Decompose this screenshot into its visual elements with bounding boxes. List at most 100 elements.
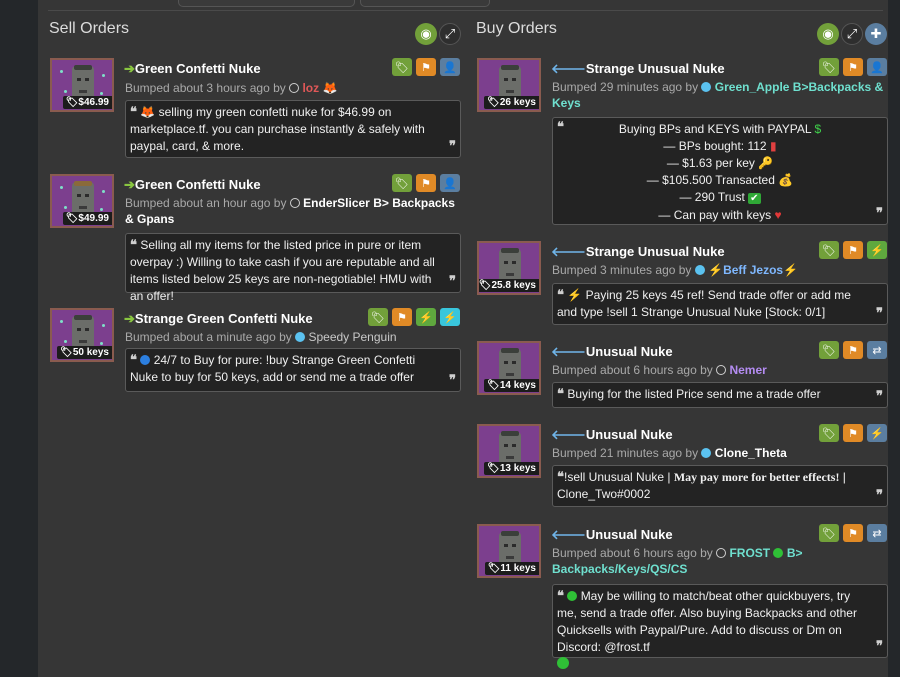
instant-trade-button[interactable]: ⚡ (867, 241, 887, 259)
key-icon: 🔑 (758, 156, 774, 170)
username[interactable]: FROST (729, 546, 770, 560)
tag-button[interactable]: 🏷 (392, 174, 412, 192)
username[interactable]: Clone_Theta (715, 446, 787, 460)
quote-end-icon: ❞ (449, 373, 456, 388)
item-image[interactable]: 🏷$46.99 (50, 58, 114, 112)
quote-end-icon: ❞ (449, 274, 456, 289)
tag-button[interactable]: 🏷 (819, 424, 839, 442)
flag-button[interactable]: ⚑ (843, 341, 863, 359)
price-tag: 🏷26 keys (484, 96, 539, 109)
fox-icon: 🦊 (322, 81, 338, 95)
flag-button[interactable]: ⚑ (416, 58, 436, 76)
tag-icon: 🏷 (371, 311, 385, 324)
flag-button[interactable]: ⚑ (416, 174, 436, 192)
bot-trade-button[interactable]: ⚡ (440, 308, 460, 326)
eye-icon: ◉ (822, 26, 834, 41)
add-friend-icon: 👤 (443, 61, 457, 74)
listing-comment: ❝ 24/7 to Buy for pure: !buy Strange Gre… (125, 348, 461, 392)
listing-comment: ❝ Selling all my items for the listed pr… (125, 233, 461, 303)
nuke-icon (499, 348, 521, 383)
flag-button[interactable]: ⚑ (843, 424, 863, 442)
listing-title[interactable]: 🡐Unusual Nuke (551, 427, 673, 443)
tag-button[interactable]: 🏷 (819, 341, 839, 359)
status-icon (289, 83, 300, 93)
item-image[interactable]: 🏷50 keys (50, 308, 114, 362)
item-image[interactable]: 🏷25.8 keys (477, 241, 541, 295)
username[interactable]: Nemer (729, 363, 766, 377)
item-image[interactable]: 🏷11 keys (477, 524, 541, 578)
flag-button[interactable]: ⚑ (392, 308, 412, 326)
transfer-button[interactable]: ⇄ (867, 341, 887, 359)
top-nav-tab-1[interactable] (178, 0, 355, 7)
tag-button[interactable]: 🏷 (819, 241, 839, 259)
item-image[interactable]: 🏷13 keys (477, 424, 541, 478)
money-bag-icon: 💰 (778, 173, 794, 187)
toggle-visibility-button[interactable]: ◉ (415, 23, 437, 45)
tag-button[interactable]: 🏷 (368, 308, 388, 326)
toggle-visibility-button[interactable]: ◉ (817, 23, 839, 45)
arrow-left-icon: 🡐 (551, 427, 586, 442)
listing-title[interactable]: ➔Green Confetti Nuke (124, 177, 261, 193)
tag-icon: 🏷 (395, 177, 409, 190)
tag-button[interactable]: 🏷 (392, 58, 412, 76)
expand-button[interactable]: ⤢ (439, 23, 461, 45)
quote-end-icon: ❞ (876, 488, 883, 503)
listing-title[interactable]: 🡐Unusual Nuke (551, 344, 673, 360)
flag-button[interactable]: ⚑ (843, 241, 863, 259)
listing-title[interactable]: 🡐Strange Unusual Nuke (551, 61, 725, 77)
online-icon (773, 548, 784, 558)
plus-icon: ✚ (870, 26, 882, 41)
item-image[interactable]: 🏷$49.99 (50, 174, 114, 228)
listing-comment: ❝ Buying BPs and KEYS with PAYPAL $ — BP… (552, 117, 888, 225)
add-friend-button[interactable]: 👤 (867, 58, 887, 76)
tag-button[interactable]: 🏷 (819, 524, 839, 542)
item-image[interactable]: 🏷14 keys (477, 341, 541, 395)
price-tag: 🏷50 keys (57, 346, 112, 359)
flag-button[interactable]: ⚑ (843, 524, 863, 542)
arrow-left-icon: 🡐 (551, 344, 586, 359)
username[interactable]: Beff Jezos (723, 263, 783, 277)
top-divider (48, 10, 883, 11)
bump-info: Bumped 21 minutes ago by Clone_Theta (552, 446, 787, 460)
listing-title[interactable]: 🡐Unusual Nuke (551, 527, 673, 543)
flag-icon: ⚑ (421, 177, 431, 190)
instant-trade-button[interactable]: ⚡ (416, 308, 436, 326)
tag-icon: 🏷 (822, 527, 836, 540)
tag-icon: 🏷 (822, 427, 836, 440)
lightning-icon: ⚡ (783, 263, 799, 277)
add-friend-button[interactable]: 👤 (440, 58, 460, 76)
username[interactable]: loz (302, 81, 319, 95)
flag-button[interactable]: ⚑ (843, 58, 863, 76)
tag-button[interactable]: 🏷 (819, 58, 839, 76)
listing-title[interactable]: ➔Green Confetti Nuke (124, 61, 261, 77)
instant-trade-button[interactable]: ⚡ (867, 424, 887, 442)
listing-comment: ❝ Buying for the listed Price send me a … (552, 382, 888, 408)
username[interactable]: Speedy Penguin (308, 330, 396, 344)
status-icon (716, 548, 727, 558)
listing-comment: ❝ May be willing to match/beat other qui… (552, 584, 888, 669)
lightning-icon: ⚡ (567, 288, 583, 302)
nuke-icon (499, 248, 521, 283)
bump-info: Bumped 3 minutes ago by ⚡Beff Jezos⚡ (552, 263, 799, 277)
transfer-button[interactable]: ⇄ (867, 524, 887, 542)
sell-orders-title: Sell Orders (49, 20, 130, 37)
status-icon (295, 332, 306, 342)
nuke-icon (499, 431, 521, 466)
tag-icon: 🏷 (395, 61, 409, 74)
listing-title[interactable]: 🡐Strange Unusual Nuke (551, 244, 725, 260)
add-buy-order-button[interactable]: ✚ (865, 23, 887, 45)
listing-title[interactable]: ➔Strange Green Confetti Nuke (124, 311, 313, 327)
expand-button[interactable]: ⤢ (841, 23, 863, 45)
price-tag: 🏷13 keys (484, 462, 539, 475)
heart-icon: ♥ (774, 208, 782, 222)
lightning-icon: ⚡ (708, 263, 724, 277)
quote-end-icon: ❞ (876, 389, 883, 404)
bump-info: Bumped about 6 hours ago by FROST B> Bac… (552, 546, 803, 576)
listing-comment: ❝ ⚡ Paying 25 keys 45 ref! Send trade of… (552, 283, 888, 325)
arrow-left-icon: 🡐 (551, 244, 586, 259)
add-friend-button[interactable]: 👤 (440, 174, 460, 192)
transfer-icon: ⇄ (872, 344, 882, 357)
top-nav-tab-2[interactable] (360, 0, 490, 7)
expand-icon: ⤢ (444, 26, 456, 41)
item-image[interactable]: 🏷26 keys (477, 58, 541, 112)
